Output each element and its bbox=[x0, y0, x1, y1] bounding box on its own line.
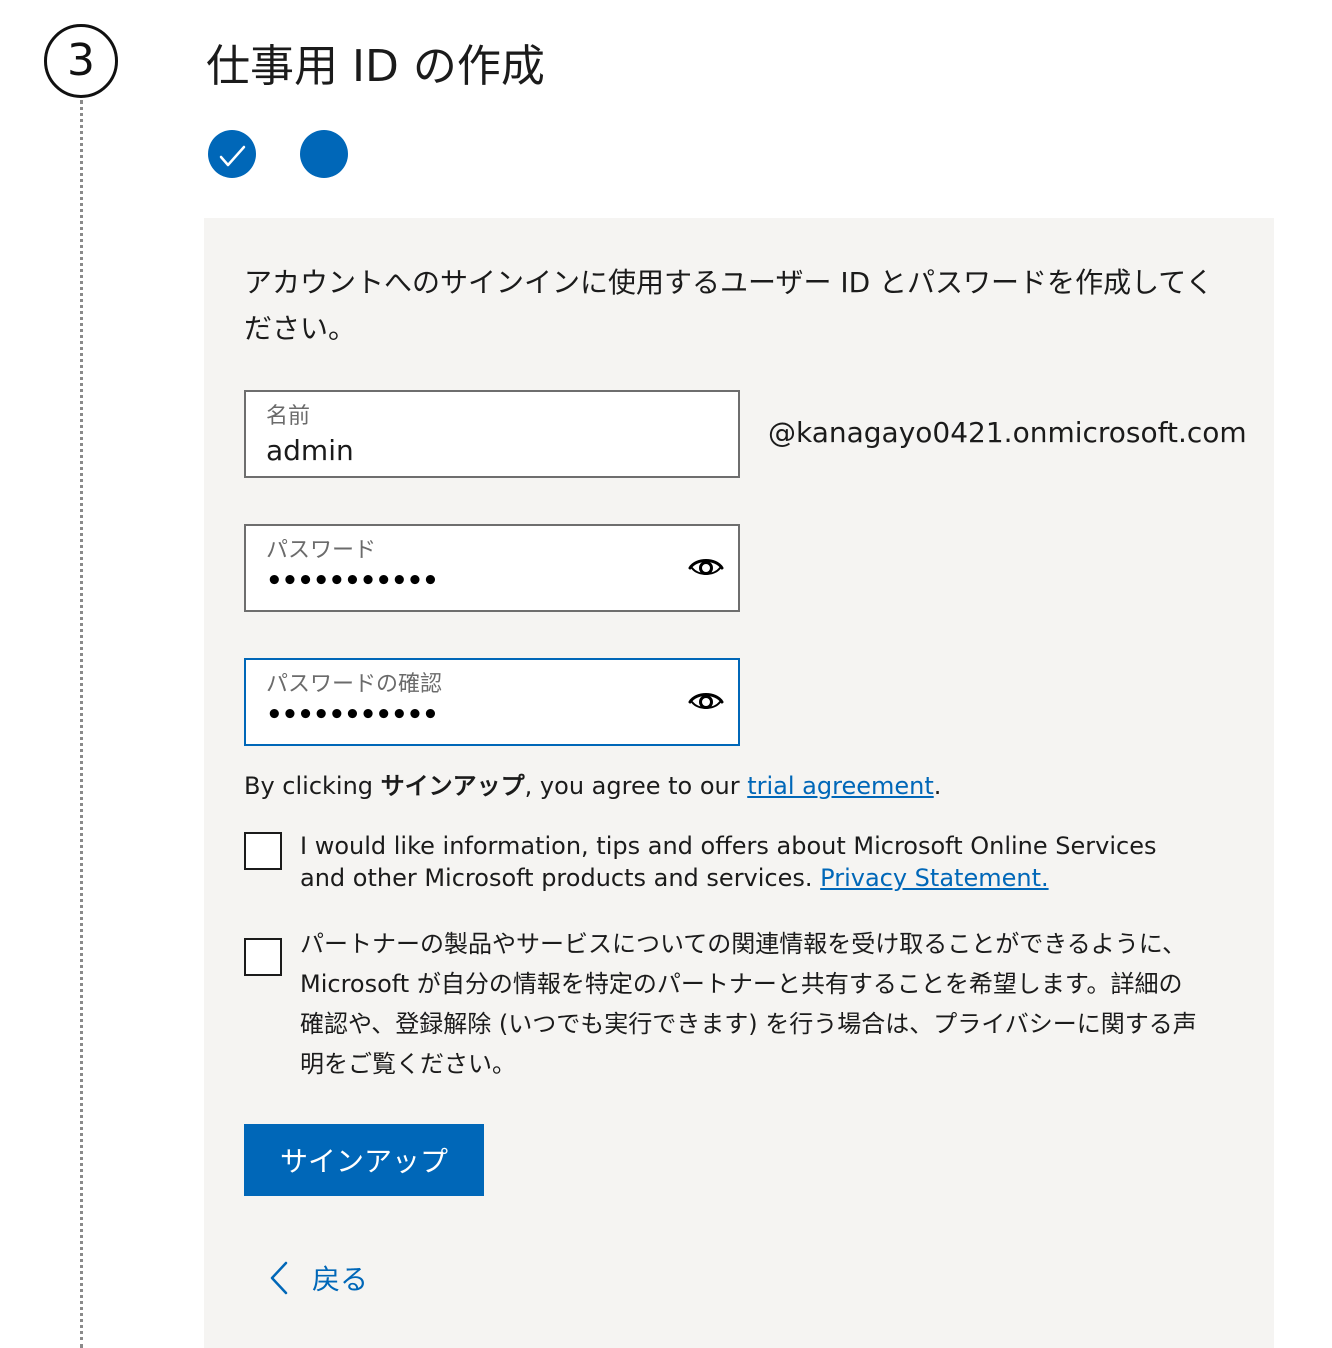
progress-indicator bbox=[208, 130, 348, 178]
back-label: 戻る bbox=[312, 1263, 369, 1296]
agreement-bold: サインアップ bbox=[380, 772, 525, 800]
domain-suffix: @kanagayo0421.onmicrosoft.com bbox=[768, 416, 1247, 449]
password-value: ••••••••••• bbox=[266, 566, 439, 596]
username-value: admin bbox=[266, 434, 354, 467]
username-label: 名前 bbox=[266, 404, 311, 429]
intro-text: アカウントへのサインインに使用するユーザー ID とパスワードを作成してください… bbox=[244, 266, 1214, 345]
agreement-prefix: By clicking bbox=[244, 772, 381, 800]
password-field[interactable]: パスワード ••••••••••• bbox=[244, 524, 740, 612]
step-number-badge: 3 bbox=[44, 24, 118, 98]
privacy-statement-link[interactable]: Privacy Statement. bbox=[820, 864, 1048, 892]
marketing-consent-checkbox[interactable] bbox=[244, 832, 282, 870]
page-title: 仕事用 ID の作成 bbox=[206, 41, 545, 92]
progress-step-current bbox=[300, 130, 348, 178]
step-number: 3 bbox=[67, 35, 95, 86]
partner-sharing-text: パートナーの製品やサービスについての関連情報を受け取ることができるように、Mic… bbox=[300, 930, 1197, 1078]
eye-icon[interactable] bbox=[688, 554, 724, 582]
signup-page: 3 仕事用 ID の作成 アカウントへのサインインに使用するユーザー ID とパ… bbox=[0, 0, 1332, 1348]
step-rail bbox=[80, 100, 83, 1348]
marketing-consent-text: I would like information, tips and offer… bbox=[300, 830, 1200, 894]
agreement-text: By clicking サインアップ, you agree to our tri… bbox=[244, 766, 941, 801]
eye-icon[interactable] bbox=[688, 688, 724, 716]
trial-agreement-link[interactable]: trial agreement bbox=[747, 772, 934, 800]
progress-step-complete bbox=[208, 130, 256, 178]
partner-sharing-checkbox[interactable] bbox=[244, 938, 282, 976]
confirm-password-field[interactable]: パスワードの確認 ••••••••••• bbox=[244, 658, 740, 746]
check-icon bbox=[219, 145, 246, 167]
back-link[interactable]: 戻る bbox=[268, 1258, 368, 1298]
signup-button[interactable]: サインアップ bbox=[244, 1124, 484, 1196]
confirm-password-label: パスワードの確認 bbox=[266, 672, 443, 697]
signup-form-card: アカウントへのサインインに使用するユーザー ID とパスワードを作成してください… bbox=[204, 218, 1274, 1348]
agreement-suffix: . bbox=[933, 772, 942, 800]
username-field[interactable]: 名前 admin bbox=[244, 390, 740, 478]
confirm-password-value: ••••••••••• bbox=[266, 700, 439, 730]
password-label: パスワード bbox=[266, 538, 377, 563]
agreement-middle: , you agree to our bbox=[524, 772, 748, 800]
chevron-left-icon bbox=[270, 1261, 288, 1295]
